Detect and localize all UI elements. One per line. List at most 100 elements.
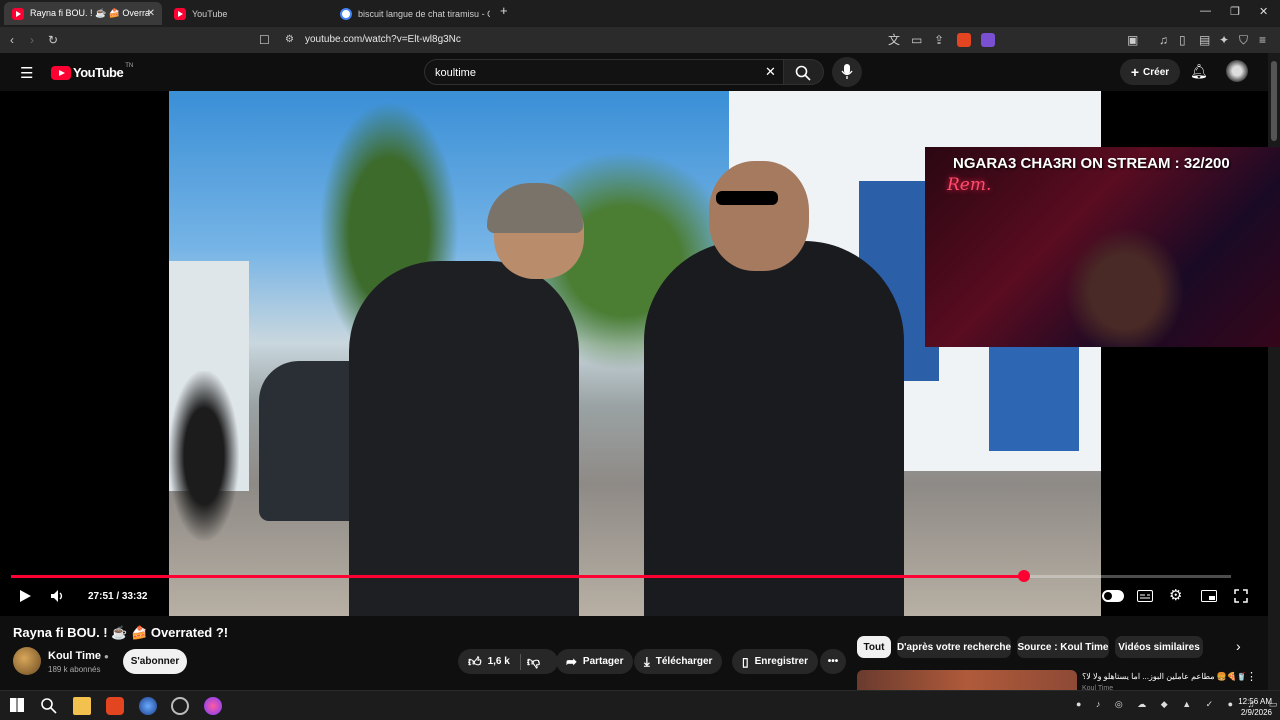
scrollbar-thumb[interactable]	[1271, 61, 1277, 141]
chips-next-arrow-icon[interactable]: ›	[1236, 638, 1241, 654]
youtube-play-logo-icon	[51, 65, 71, 80]
overlay-title: NGARA3 CHA3RI ON STREAM : 32/200	[953, 155, 1230, 172]
hamburger-menu-icon[interactable]: ☰	[20, 64, 33, 82]
sidebar-icon[interactable]: ▣	[1127, 32, 1138, 48]
volume-icon[interactable]	[50, 589, 66, 603]
translate-icon[interactable]: 文	[888, 32, 900, 48]
like-dislike-group: 👍︎ 1,6 k 👎︎	[458, 649, 558, 674]
verified-icon: ●	[104, 652, 109, 661]
menu-icon[interactable]: ≡	[1259, 32, 1266, 48]
like-button[interactable]: 👍︎ 1,6 k	[468, 654, 510, 670]
reader-icon[interactable]: ▯	[1179, 32, 1186, 48]
time-display: 27:51 / 33:32	[88, 591, 148, 602]
cast-icon[interactable]: ▭	[911, 32, 922, 48]
brave-shield-icon[interactable]	[957, 33, 971, 47]
play-icon[interactable]	[18, 589, 32, 603]
miniplayer-icon[interactable]	[1201, 590, 1217, 602]
stream-webcam-overlay: NGARA3 CHA3RI ON STREAM : 32/200 Rem.	[925, 147, 1280, 347]
tab-label: biscuit langue de chat tiramisu - Goo	[358, 8, 490, 19]
search-taskbar-icon[interactable]	[40, 697, 58, 715]
back-icon[interactable]: ‹	[10, 32, 14, 48]
share-icon[interactable]: ⇪	[934, 32, 944, 48]
tab-current-video[interactable]: Rayna fi BOU. ! ☕ 🍰 Overra ✕	[4, 2, 162, 25]
vpn-icon[interactable]: ⛉	[1239, 32, 1248, 48]
chip-source-channel[interactable]: Source : Koul Time	[1017, 636, 1109, 658]
search-query: koultime	[435, 67, 476, 79]
channel-name[interactable]: Koul Time ●	[48, 650, 109, 662]
brave-rewards-icon[interactable]	[981, 33, 995, 47]
minimize-icon[interactable]: —	[1200, 5, 1211, 17]
forward-icon[interactable]: ›	[30, 32, 34, 48]
wallet-icon[interactable]: ▤	[1199, 32, 1210, 48]
notifications-bell-icon[interactable]: 🔔︎	[1190, 63, 1208, 80]
search-input[interactable]: koultime ✕	[424, 59, 784, 85]
brave-browser-icon[interactable]	[106, 697, 124, 715]
media-icon[interactable]: ♫	[1159, 32, 1168, 48]
search-icon	[795, 65, 811, 81]
account-avatar[interactable]	[1226, 60, 1248, 82]
youtube-logo[interactable]: YouTube TN	[51, 62, 134, 80]
reload-icon[interactable]: ↻	[48, 32, 58, 48]
subtitles-icon[interactable]	[1137, 590, 1153, 602]
thumbs-up-icon: 👍︎	[468, 653, 482, 669]
download-icon: ⤓	[644, 653, 650, 669]
subscriber-count: 189 k abonnés	[48, 665, 101, 674]
recommendation-title[interactable]: مطاعم عاملين البوز... اما يستاهلو ولا لا…	[1082, 672, 1247, 681]
ai-icon[interactable]: ✦	[1219, 32, 1229, 48]
sunglasses	[716, 191, 778, 205]
channel-avatar[interactable]	[13, 647, 41, 675]
share-arrow-icon: ➦	[566, 653, 577, 669]
clear-search-icon[interactable]: ✕	[765, 64, 776, 80]
thumbs-down-icon[interactable]: 👎︎	[527, 654, 540, 670]
more-actions-button[interactable]: •••	[820, 649, 846, 674]
person-right-head	[709, 161, 809, 271]
windows-start-icon[interactable]	[10, 698, 24, 712]
chip-all[interactable]: Tout	[857, 636, 891, 658]
new-tab-icon[interactable]: +	[500, 3, 508, 18]
browser-tab-strip: Rayna fi BOU. ! ☕ 🍰 Overra ✕ YouTube bis…	[0, 0, 1280, 27]
create-button[interactable]: + Créer	[1120, 59, 1180, 85]
tab-google-search[interactable]: biscuit langue de chat tiramisu - Goo	[332, 2, 492, 25]
messenger-icon[interactable]	[204, 697, 222, 715]
system-clock[interactable]: 12:56 AM 2/9/2026	[1238, 696, 1272, 718]
recommendation-thumbnail[interactable]	[857, 670, 1077, 690]
person-right	[644, 241, 904, 616]
save-button[interactable]: ▯ Enregistrer	[732, 649, 818, 674]
like-count: 1,6 k	[487, 656, 510, 667]
site-info-icon[interactable]: ⚙	[285, 32, 294, 48]
country-code: TN	[125, 62, 134, 69]
windows-taskbar: ● ♪ ◎ ☁ ◆ ▲ ✓ ● ♫ ▭ ◐ 12:56 AM 2/9/2026	[0, 690, 1280, 720]
recommendation-menu-icon[interactable]: ⋮	[1246, 670, 1257, 683]
restore-icon[interactable]: ❐	[1230, 5, 1240, 18]
fullscreen-icon[interactable]	[1234, 589, 1248, 603]
subscribe-button[interactable]: S'abonner	[123, 649, 187, 674]
chip-based-on-search[interactable]: D'après votre recherche	[897, 636, 1011, 658]
progress-bar-played	[11, 575, 1024, 578]
clock-date: 2/9/2026	[1240, 708, 1272, 717]
bookmark-icon[interactable]: ☐	[259, 32, 270, 48]
app-icon[interactable]	[171, 697, 189, 715]
progress-scrubber-handle[interactable]	[1017, 570, 1030, 582]
youtube-wordmark: YouTube	[73, 65, 124, 80]
search-button[interactable]	[784, 59, 824, 85]
save-label: Enregistrer	[754, 656, 808, 667]
download-button[interactable]: ⤓ Télécharger	[634, 649, 723, 674]
chip-related-videos[interactable]: Vidéos similaires	[1115, 636, 1203, 658]
close-window-icon[interactable]: ✕	[1259, 5, 1268, 18]
progress-bar[interactable]	[11, 570, 1231, 582]
create-label: Créer	[1143, 66, 1170, 78]
app-icon[interactable]	[139, 697, 157, 715]
settings-gear-icon[interactable]: ⚙	[1169, 586, 1182, 604]
share-button[interactable]: ➦ Partager	[556, 649, 634, 674]
tab-youtube[interactable]: YouTube	[166, 2, 326, 25]
file-explorer-icon[interactable]	[73, 697, 91, 715]
neon-sign: Rem.	[947, 175, 992, 195]
voice-search-button[interactable]	[832, 57, 862, 87]
autoplay-toggle[interactable]	[1102, 590, 1124, 602]
person-left	[349, 261, 579, 616]
more-horizontal-icon: •••	[827, 656, 839, 667]
close-tab-icon[interactable]: ✕	[147, 8, 155, 19]
address-bar[interactable]: youtube.com/watch?v=Elt-wl8g3Nc	[305, 34, 461, 45]
share-label: Partager	[582, 656, 624, 667]
youtube-header: ☰ YouTube TN koultime ✕ + Créer 🔔︎	[0, 53, 1268, 91]
